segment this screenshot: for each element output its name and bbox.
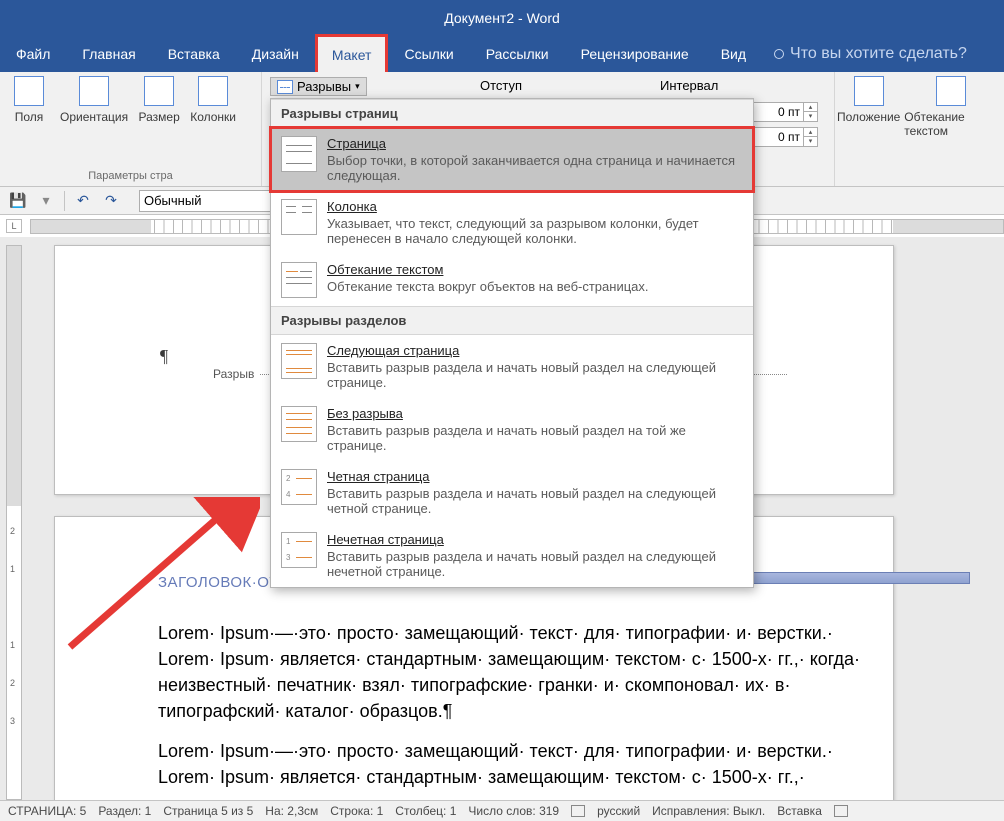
even-page-icon: 24 <box>281 469 317 505</box>
columns-icon <box>198 76 228 106</box>
tab-home[interactable]: Главная <box>66 36 151 72</box>
spellcheck-icon[interactable] <box>571 805 585 817</box>
breaks-icon <box>277 80 293 94</box>
tab-insert[interactable]: Вставка <box>152 36 236 72</box>
column-break-icon <box>281 199 317 235</box>
redo-button[interactable]: ↷ <box>101 191 121 211</box>
indent-label: Отступ <box>480 78 522 93</box>
titlebar: Документ2 - Word <box>0 0 1004 36</box>
chevron-down-icon: ▾ <box>355 81 360 92</box>
body-paragraph-2: Lorem· Ipsum·—·это· просто· замещающий· … <box>158 738 863 790</box>
status-words[interactable]: Число слов: 319 <box>468 804 559 818</box>
tab-mailings[interactable]: Рассылки <box>470 36 565 72</box>
menu-item-column[interactable]: КолонкаУказывает, что текст, следующий з… <box>271 191 753 254</box>
position-button[interactable]: Положение <box>841 76 896 138</box>
status-language[interactable]: русский <box>597 804 640 818</box>
dropdown-button[interactable]: ▾ <box>36 191 56 211</box>
tab-file[interactable]: Файл <box>0 36 66 72</box>
size-icon <box>144 76 174 106</box>
ruler-tab-selector[interactable]: L <box>6 219 22 233</box>
breaks-button[interactable]: Разрывы ▾ <box>270 77 367 96</box>
status-at[interactable]: На: 2,3см <box>265 804 318 818</box>
section-section-breaks: Разрывы разделов <box>271 306 753 335</box>
status-track-changes[interactable]: Исправления: Выкл. <box>652 804 765 818</box>
paragraph-mark: ¶ <box>160 346 168 367</box>
lightbulb-icon <box>774 49 784 59</box>
wrap-text-icon <box>936 76 966 106</box>
menu-item-odd-page[interactable]: 13 Нечетная страницаВставить разрыв разд… <box>271 524 753 587</box>
tab-view[interactable]: Вид <box>705 36 762 72</box>
status-insert-mode[interactable]: Вставка <box>777 804 822 818</box>
tab-review[interactable]: Рецензирование <box>565 36 705 72</box>
window-title: Документ2 - Word <box>444 10 560 26</box>
odd-page-icon: 13 <box>281 532 317 568</box>
menu-item-text-wrapping[interactable]: Обтекание текстомОбтекание текста вокруг… <box>271 254 753 306</box>
menu-item-next-page[interactable]: Следующая страницаВставить разрыв раздел… <box>271 335 753 398</box>
menu-item-even-page[interactable]: 24 Четная страницаВставить разрыв раздел… <box>271 461 753 524</box>
menu-item-continuous[interactable]: Без разрываВставить разрыв раздела и нач… <box>271 398 753 461</box>
page-break-icon <box>281 136 317 172</box>
vertical-ruler[interactable]: 2 1 1 2 3 <box>6 245 22 800</box>
tell-me-placeholder: Что вы хотите сделать? <box>790 45 967 63</box>
save-button[interactable]: 💾 <box>8 191 28 211</box>
status-page[interactable]: СТРАНИЦА: 5 <box>8 804 86 818</box>
status-line[interactable]: Строка: 1 <box>330 804 383 818</box>
orientation-icon <box>79 76 109 106</box>
menu-item-page[interactable]: СтраницаВыбор точки, в которой заканчива… <box>271 128 753 191</box>
ribbon-group-arrange: Положение Обтекание текстом <box>834 72 1004 186</box>
tab-layout[interactable]: Макет <box>315 34 389 72</box>
text-wrap-break-icon <box>281 262 317 298</box>
position-icon <box>854 76 884 106</box>
breaks-dropdown: Разрывы страниц СтраницаВыбор точки, в к… <box>270 98 754 588</box>
status-column[interactable]: Столбец: 1 <box>395 804 456 818</box>
statusbar: СТРАНИЦА: 5 Раздел: 1 Страница 5 из 5 На… <box>0 800 1004 821</box>
orientation-button[interactable]: Ориентация <box>60 76 128 124</box>
section-page-breaks: Разрывы страниц <box>271 99 753 128</box>
ribbon-group-page-setup: Поля Ориентация Размер Колонки Параметры… <box>0 72 262 186</box>
undo-button[interactable]: ↶ <box>73 191 93 211</box>
next-page-icon <box>281 343 317 379</box>
body-paragraph-1: Lorem· Ipsum·—·это· просто· замещающий· … <box>158 620 863 724</box>
wrap-text-button[interactable]: Обтекание текстом <box>904 76 998 138</box>
margins-button[interactable]: Поля <box>6 76 52 124</box>
columns-button[interactable]: Колонки <box>190 76 236 124</box>
macro-icon[interactable] <box>834 805 848 817</box>
tell-me-input[interactable]: Что вы хотите сделать? <box>762 36 979 72</box>
size-button[interactable]: Размер <box>136 76 182 124</box>
page-setup-caption: Параметры стра <box>6 170 255 184</box>
menubar: Файл Главная Вставка Дизайн Макет Ссылки… <box>0 36 1004 72</box>
tab-design[interactable]: Дизайн <box>236 36 315 72</box>
interval-label: Интервал <box>660 78 718 93</box>
status-page-of[interactable]: Страница 5 из 5 <box>163 804 253 818</box>
tab-references[interactable]: Ссылки <box>388 36 469 72</box>
continuous-icon <box>281 406 317 442</box>
status-section[interactable]: Раздел: 1 <box>98 804 151 818</box>
margins-icon <box>14 76 44 106</box>
